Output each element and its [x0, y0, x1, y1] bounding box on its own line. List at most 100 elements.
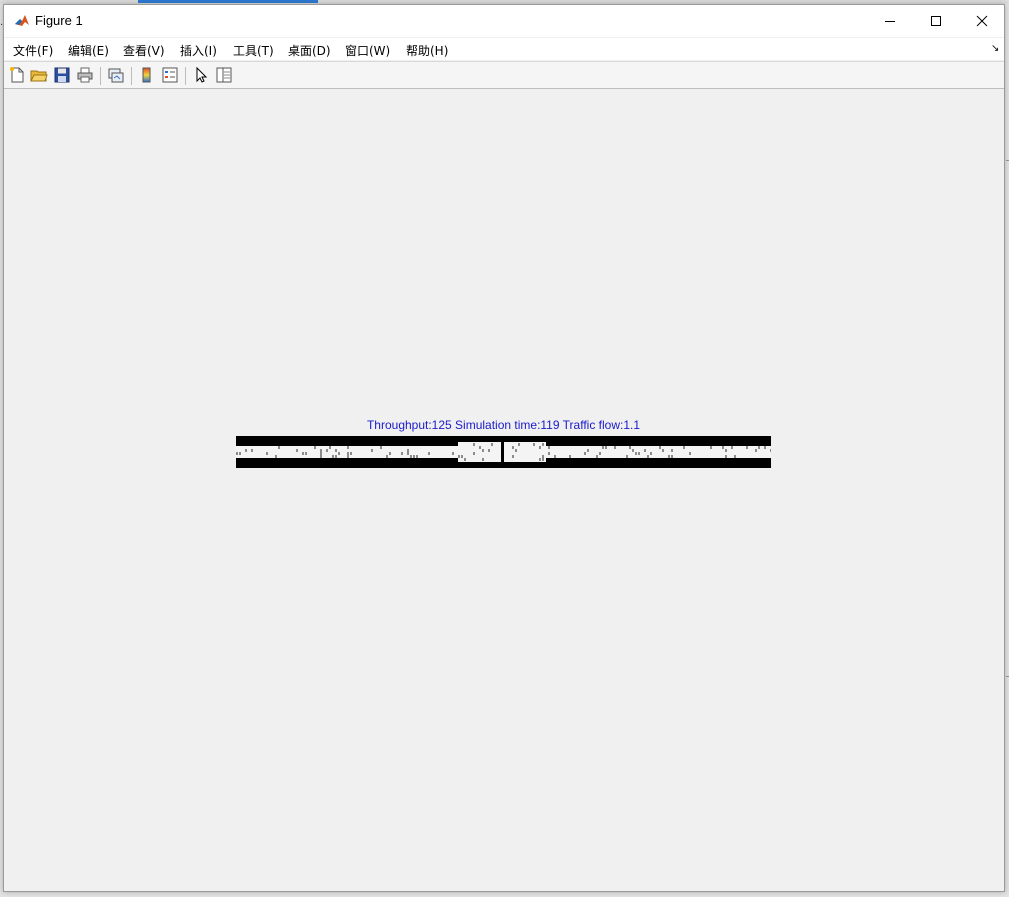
- vehicle-cell: [239, 452, 241, 455]
- close-icon: [976, 15, 988, 27]
- vehicle-cell: [464, 458, 466, 461]
- desktop: · Figure 1 文件(F) 编辑(E) 查看(V) 插入(I) 工具(T)…: [0, 0, 1009, 897]
- vehicle-cell: [689, 452, 691, 455]
- vehicle-cell: [569, 455, 571, 458]
- vehicle-cell: [482, 449, 484, 452]
- menu-desktop[interactable]: 桌面(D): [288, 42, 331, 59]
- vehicle-cell: [584, 452, 586, 455]
- figure-toolbar: [4, 61, 1004, 89]
- vehicle-cell: [542, 443, 544, 446]
- menu-view[interactable]: 查看(V): [123, 42, 165, 59]
- legend-icon[interactable]: [161, 66, 179, 84]
- property-inspector-icon[interactable]: [215, 66, 233, 84]
- menu-file[interactable]: 文件(F): [13, 42, 53, 59]
- vehicle-cell: [587, 449, 589, 452]
- vehicle-cell: [758, 446, 760, 449]
- vehicle-cell: [473, 443, 475, 446]
- new-figure-icon[interactable]: [8, 66, 26, 84]
- vehicle-cell: [245, 449, 247, 452]
- toolbar-separator: [185, 67, 186, 85]
- vehicle-cell: [347, 446, 349, 449]
- colorbar-icon[interactable]: [138, 66, 156, 84]
- vehicle-cell: [755, 449, 757, 452]
- vehicle-cell: [542, 455, 544, 458]
- vehicle-cell: [347, 452, 349, 455]
- vehicle-cell: [662, 449, 664, 452]
- vehicle-cell: [512, 446, 514, 449]
- open-file-icon[interactable]: [30, 66, 48, 84]
- vehicle-cell: [452, 452, 454, 455]
- vehicle-cell: [305, 452, 307, 455]
- vehicle-cell: [605, 446, 607, 449]
- vehicle-cell: [731, 446, 733, 449]
- print-icon[interactable]: [76, 66, 94, 84]
- vehicle-cell: [683, 446, 685, 449]
- vehicle-cell: [602, 446, 604, 449]
- vehicle-cell: [548, 446, 550, 449]
- vehicle-cell: [632, 449, 634, 452]
- vehicle-cell: [764, 446, 766, 449]
- vehicle-cell: [416, 455, 418, 458]
- vehicle-cell: [347, 455, 349, 458]
- vehicle-cell: [539, 446, 541, 449]
- toolbar-separator: [100, 67, 101, 85]
- vehicle-cell: [746, 446, 748, 449]
- vehicle-cell: [548, 452, 550, 455]
- vehicle-cell: [644, 449, 646, 452]
- vehicle-cell: [650, 452, 652, 455]
- menu-help[interactable]: 帮助(H): [406, 42, 448, 59]
- vehicle-cell: [332, 455, 334, 458]
- vehicle-cell: [626, 455, 628, 458]
- menu-edit[interactable]: 编辑(E): [68, 42, 109, 59]
- vehicle-cell: [671, 449, 673, 452]
- minimize-icon: [885, 21, 895, 22]
- close-button[interactable]: [959, 5, 1005, 37]
- menu-tools[interactable]: 工具(T): [233, 42, 274, 59]
- vehicle-cell: [458, 455, 460, 458]
- vehicle-cell: [542, 458, 544, 461]
- menu-bar: 文件(F) 编辑(E) 查看(V) 插入(I) 工具(T) 桌面(D) 窗口(W…: [4, 38, 1004, 60]
- vehicle-cell: [722, 446, 724, 449]
- vehicle-cell: [236, 452, 238, 455]
- vehicle-cell: [515, 449, 517, 452]
- vehicle-cell: [614, 446, 616, 449]
- plot-title: Throughput:125 Simulation time:119 Traff…: [366, 418, 641, 432]
- vehicle-cell: [629, 446, 631, 449]
- matlab-icon: [14, 13, 30, 29]
- vehicle-cell: [770, 449, 771, 452]
- vehicle-cell: [314, 446, 316, 449]
- vehicle-cell: [335, 455, 337, 458]
- vehicle-cell: [461, 455, 463, 458]
- vehicle-cell: [647, 455, 649, 458]
- vehicle-cell: [338, 452, 340, 455]
- menu-insert[interactable]: 插入(I): [180, 42, 217, 59]
- menu-window[interactable]: 窗口(W): [345, 42, 390, 59]
- vehicle-cell: [512, 455, 514, 458]
- vehicle-cell: [734, 455, 736, 458]
- figure-canvas[interactable]: Throughput:125 Simulation time:119 Traff…: [4, 90, 1004, 891]
- vehicle-cell: [407, 449, 409, 452]
- menu-overflow-arrow-icon[interactable]: ↘: [991, 43, 999, 54]
- vehicle-cell: [410, 455, 412, 458]
- vehicle-cell: [320, 452, 322, 455]
- vehicle-cell: [320, 449, 322, 452]
- vehicle-cell: [488, 449, 490, 452]
- edit-plot-cursor-icon[interactable]: [192, 66, 210, 84]
- vehicle-cell: [725, 449, 727, 452]
- vehicle-cell: [278, 446, 280, 449]
- vehicle-cell: [326, 449, 328, 452]
- vehicle-cell: [428, 452, 430, 455]
- figure-window: Figure 1 文件(F) 编辑(E) 查看(V) 插入(I) 工具(T) 桌…: [3, 4, 1005, 892]
- window-title: Figure 1: [35, 13, 83, 28]
- link-plot-icon[interactable]: [107, 66, 125, 84]
- vehicle-cell: [533, 443, 535, 446]
- maximize-button[interactable]: [913, 5, 959, 37]
- vehicle-cell: [389, 452, 391, 455]
- vehicle-cell: [266, 452, 268, 455]
- road-divider: [501, 440, 504, 464]
- vehicle-cell: [473, 452, 475, 455]
- minimize-button[interactable]: [867, 5, 913, 37]
- save-icon[interactable]: [53, 66, 71, 84]
- vehicle-cell: [710, 446, 712, 449]
- title-bar[interactable]: Figure 1: [4, 5, 1004, 37]
